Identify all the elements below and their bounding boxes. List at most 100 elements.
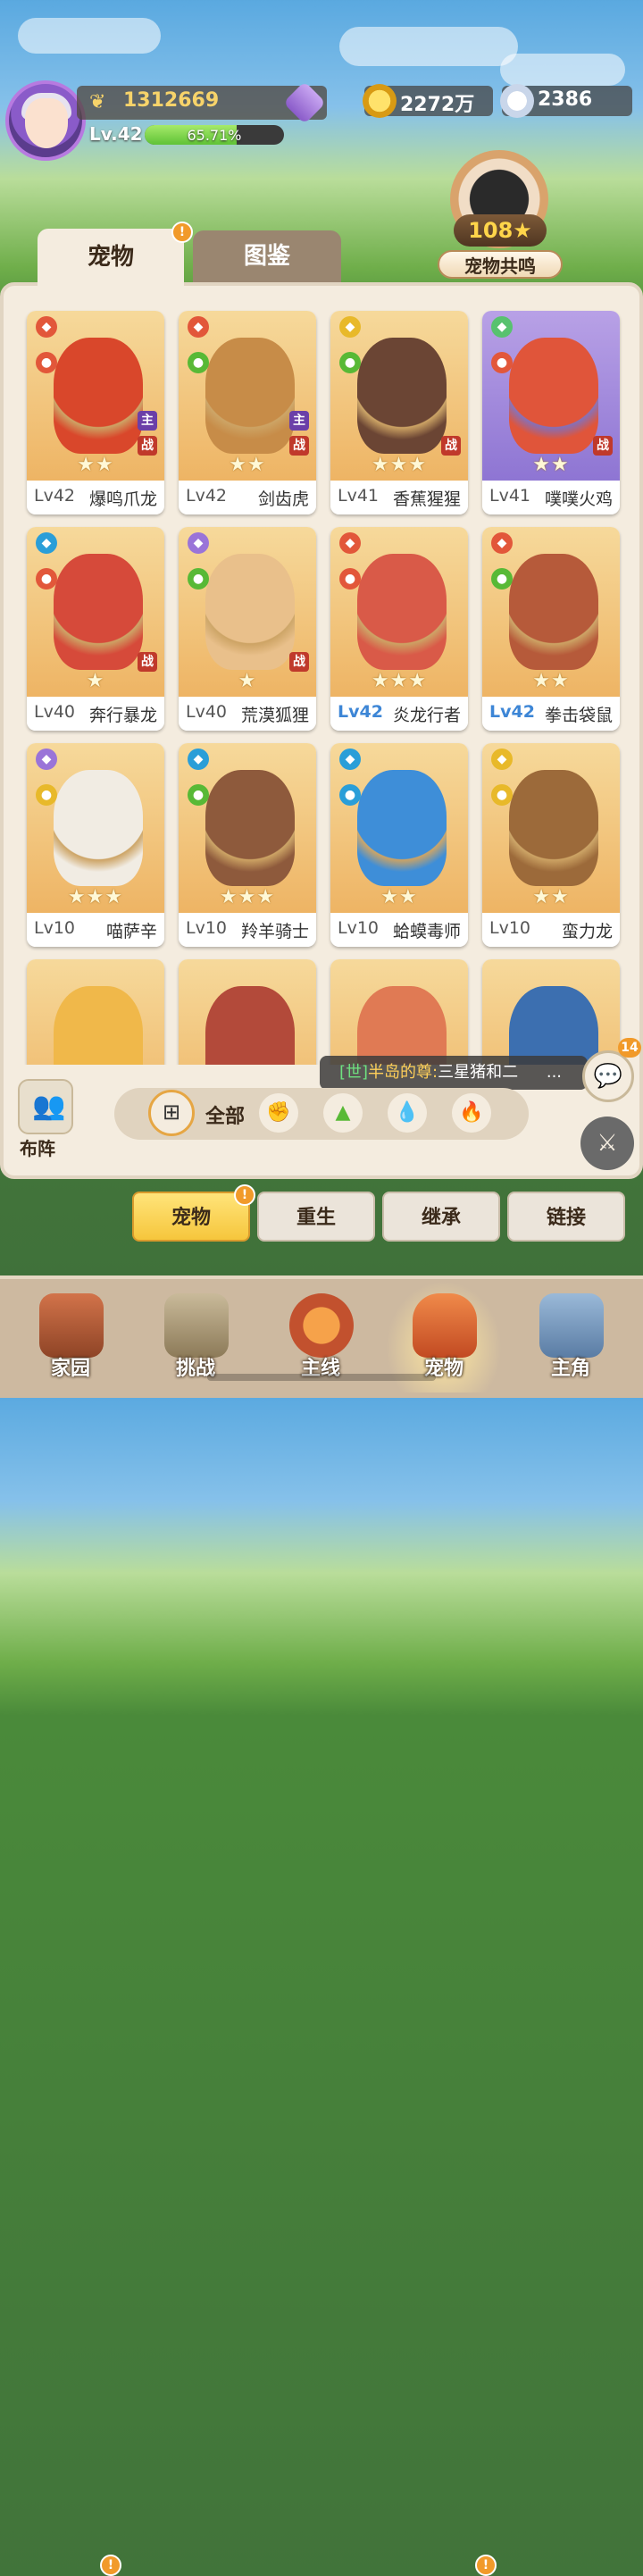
filter-fire[interactable]: 🔥 [452,1093,491,1133]
pet-portrait: ◆ ● ★★★ [27,743,164,913]
pet-class-icon: ◆ [188,532,209,554]
pet-card[interactable] [27,959,164,1065]
pet-creature-art [54,338,143,454]
filter-earth[interactable]: ✊ [259,1093,298,1133]
pet-card[interactable]: ◆ ● 战 ★ Lv40 荒漠狐狸 [179,527,316,731]
pet-card[interactable]: ◆ ● 主战 ★★ Lv42 剑齿虎 [179,311,316,514]
cloud [18,18,161,54]
pet-element-icon: ● [339,784,361,806]
pet-class-icon: ◆ [339,316,361,338]
pet-card[interactable]: ◆ ● ★★★ Lv10 羚羊骑士 [179,743,316,947]
pet-card[interactable]: ◆ ● ★★ Lv10 蛮力龙 [482,743,620,947]
pet-name: 剑齿虎 [257,489,309,509]
pet-element-icon: ● [491,784,513,806]
pet-info: Lv41 香蕉猩猩 [330,481,468,514]
tab-pets[interactable]: 宠物 [38,229,184,286]
pet-portrait [330,959,468,1065]
pet-card[interactable] [330,959,468,1065]
pet-card[interactable]: ◆ ● 战 ★★ Lv41 噗噗火鸡 [482,311,620,514]
nav-hero[interactable]: 主角 [513,1281,629,1393]
pet-name: 喵萨辛 [105,922,157,941]
filter-grass[interactable]: ▲ [323,1093,363,1133]
pet-grid: ◆ ● 主战 ★★ Lv42 爆鸣爪龙 ◆ ● 主战 ★★ Lv42 剑齿虎 ◆ ● 战 ★★★ Lv41 香蕉猩… [13,304,629,1065]
pet-portrait: ◆ ● 战 ★★★ [330,311,468,481]
pet-name: 奔行暴龙 [88,706,157,725]
xp-percent: 65.71% [187,127,242,144]
pet-info: Lv42 剑齿虎 [179,481,316,514]
pet-creature-art [357,770,447,886]
pet-card[interactable]: ◆ ● 主战 ★★ Lv42 爆鸣爪龙 [27,311,164,514]
xp-bar: 65.71% [145,125,284,145]
resonance-value: 108★ [454,214,547,247]
tab-alert-badge: ! [171,222,193,243]
power-bar: ❦ 1312669 [77,80,327,125]
battle-pet-badge: 战 [138,652,157,672]
pet-level: Lv40 [34,702,76,722]
pet-creature-art [54,986,143,1065]
water-drop-icon: 💧 [395,1101,420,1124]
pet-card[interactable]: ◆ ● ★★★ Lv42 炎龙行者 [330,527,468,731]
home-meat-icon [39,1293,104,1358]
pet-portrait: ◆ ● 战 ★ [27,527,164,697]
power-value: 1312669 [123,89,220,112]
pet-name: 香蕉猩猩 [392,489,461,509]
pet-card[interactable]: ◆ ● ★★ Lv42 拳击袋鼠 [482,527,620,731]
subtab-inherit[interactable]: 继承 [382,1192,500,1242]
pet-info: Lv40 荒漠狐狸 [179,697,316,731]
pet-creature-art [205,770,295,886]
tab-codex[interactable]: 图鉴 [193,230,341,282]
pet-class-icon: ◆ [339,532,361,554]
nav-home[interactable]: 家园 [13,1281,129,1393]
nav-home-alert: ! [100,2555,121,2576]
pet-class-icon: ◆ [36,749,57,770]
pet-level: Lv10 [489,918,531,938]
pet-element-icon: ● [36,352,57,373]
pet-stars: ★★ [532,454,570,476]
fist-icon: ✊ [266,1101,291,1124]
filter-all-label: 全部 [205,1106,246,1128]
formation-button[interactable]: 👥 [18,1079,73,1134]
pet-creature-art [509,770,598,886]
pet-card[interactable]: ◆ ● 战 ★ Lv40 奔行暴龙 [27,527,164,731]
pet-resonance[interactable]: 108★ 宠物共鸣 [432,150,566,279]
player-avatar[interactable] [5,80,86,161]
challenge-board-icon [164,1293,229,1358]
pet-level: Lv41 [489,486,531,506]
pet-info: Lv10 羚羊骑士 [179,913,316,947]
shell-value: 2386 [538,88,593,111]
subtab-link[interactable]: 链接 [507,1192,625,1242]
pet-card[interactable]: ◆ ● ★★★ Lv10 喵萨辛 [27,743,164,947]
shell-counter[interactable]: 2386 [500,84,632,118]
nav-pets-alert: ! [475,2555,497,2576]
pet-level: Lv42 [34,486,76,506]
pet-card[interactable] [482,959,620,1065]
hero-gear-icon [539,1293,604,1358]
pet-info: Lv42 炎龙行者 [330,697,468,731]
leaf-icon: ▲ [335,1101,351,1124]
battle-pet-badge: 战 [593,436,613,456]
pet-stars: ★★ [532,886,570,908]
pet-level: Lv42 [186,486,228,506]
filter-all-button[interactable]: ⊞ [148,1090,195,1136]
pet-card[interactable]: ◆ ● 战 ★★★ Lv41 香蕉猩猩 [330,311,468,514]
rank-badge-icon[interactable] [282,80,327,125]
pet-card[interactable] [179,959,316,1065]
pet-level: Lv41 [338,486,380,506]
pet-creature-art [205,986,295,1065]
subtab-pets[interactable]: 宠物 [132,1192,250,1242]
pet-element-icon: ● [188,568,209,590]
filter-water[interactable]: 💧 [388,1093,427,1133]
pet-card[interactable]: ◆ ● ★★ Lv10 蛤蟆毒师 [330,743,468,947]
chat-button[interactable]: 💬 [582,1050,634,1102]
subtab-rebirth[interactable]: 重生 [257,1192,375,1242]
main-pet-badge: 主 [289,411,309,431]
pet-portrait: ◆ ● ★★ [482,743,620,913]
pet-class-icon: ◆ [188,749,209,770]
pet-element-icon: ● [36,784,57,806]
gold-counter[interactable]: 2272万 [363,84,493,118]
pet-level: Lv40 [186,702,228,722]
battle-button[interactable]: ⚔ [580,1117,634,1170]
pet-class-icon: ◆ [491,749,513,770]
pet-stars: ★★ [380,886,418,908]
level-row: Lv.42 65.71% [86,121,327,148]
